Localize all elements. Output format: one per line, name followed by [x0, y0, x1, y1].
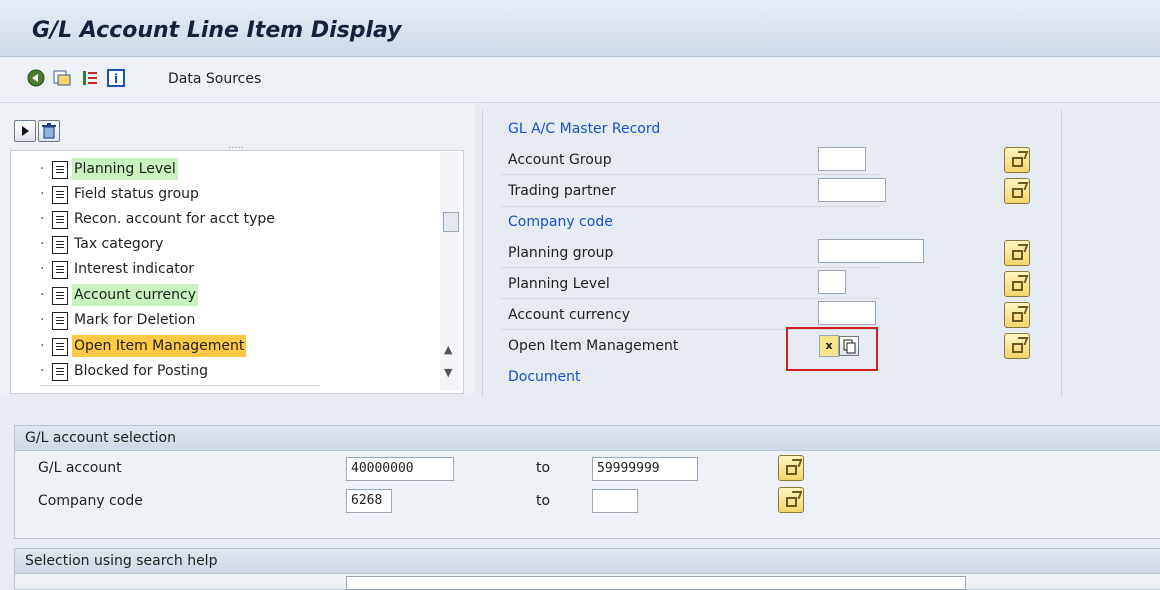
open-item-management-label: Open Item Management	[508, 338, 679, 354]
account-group-input[interactable]	[818, 147, 866, 171]
trading-partner-label: Trading partner	[508, 183, 616, 199]
document-icon	[52, 261, 68, 279]
scroll-down-icon[interactable]: ▼	[444, 366, 452, 379]
gl-account-to-input[interactable]: 59999999	[592, 457, 698, 481]
variant-icon[interactable]	[52, 68, 72, 88]
document-icon	[52, 236, 68, 254]
multiple-selection-icon[interactable]	[1004, 302, 1030, 328]
section-document: Document	[508, 369, 581, 385]
selection-options-icon[interactable]	[80, 68, 100, 88]
account-currency-input[interactable]	[818, 301, 876, 325]
search-help-input[interactable]	[346, 576, 966, 590]
document-icon	[52, 338, 68, 356]
multiple-selection-icon[interactable]	[1004, 147, 1030, 173]
company-code-to-input[interactable]	[592, 489, 638, 513]
scroll-up-icon[interactable]: ▲	[444, 343, 452, 356]
document-icon	[52, 186, 68, 204]
scrollbar-thumb[interactable]	[443, 212, 459, 232]
data-sources-button[interactable]: Data Sources	[168, 71, 261, 87]
company-code-label: Company code	[38, 493, 143, 509]
group-heading: Selection using search help	[15, 549, 1160, 574]
tree-item-label: Interest indicator	[74, 261, 195, 277]
planning-group-label: Planning group	[508, 245, 614, 261]
document-icon	[52, 287, 68, 305]
tree-item-partial	[40, 385, 320, 393]
tree-item-label: Account currency	[72, 284, 198, 306]
tree-item-label: Planning Level	[72, 158, 178, 180]
info-icon[interactable]: i	[106, 68, 126, 88]
multiple-selection-icon[interactable]	[1004, 240, 1030, 266]
multiple-selection-icon[interactable]	[1004, 333, 1030, 359]
gl-account-selection-group: G/L account selection	[14, 425, 1160, 539]
document-icon	[52, 363, 68, 381]
multiple-selection-icon[interactable]	[1004, 178, 1030, 204]
document-icon	[52, 161, 68, 179]
document-icon	[52, 312, 68, 330]
title-bar: G/L Account Line Item Display	[0, 0, 1160, 57]
gl-account-from-input[interactable]: 40000000	[346, 457, 454, 481]
tree-item-label: Tax category	[74, 236, 164, 252]
highlight-callout	[786, 327, 878, 371]
multiple-selection-icon[interactable]	[778, 487, 804, 513]
tree-item-label: Field status group	[74, 186, 199, 202]
trading-partner-input[interactable]	[818, 178, 886, 202]
planning-level-input[interactable]	[818, 270, 846, 294]
trash-icon[interactable]	[38, 120, 60, 142]
multiple-selection-icon[interactable]	[1004, 271, 1030, 297]
company-code-from-input[interactable]: 6268	[346, 489, 392, 513]
tree-item-label: Mark for Deletion	[74, 312, 196, 328]
execute-icon[interactable]	[26, 68, 46, 88]
svg-text:i: i	[114, 72, 118, 86]
account-currency-label: Account currency	[508, 307, 630, 323]
planning-group-input[interactable]	[818, 239, 924, 263]
account-group-label: Account Group	[508, 152, 612, 168]
tree-item-label: Blocked for Posting	[74, 363, 208, 379]
to-label: to	[536, 460, 551, 476]
expand-arrow-button[interactable]	[14, 120, 36, 142]
multiple-selection-icon[interactable]	[778, 455, 804, 481]
group-heading: G/L account selection	[15, 426, 1160, 451]
tree-item-label: Open Item Management	[72, 335, 247, 357]
section-gl-master-record: GL A/C Master Record	[508, 121, 661, 137]
gl-account-label: G/L account	[38, 460, 122, 476]
document-icon	[52, 211, 68, 229]
section-company-code: Company code	[508, 214, 613, 230]
to-label: to	[536, 493, 551, 509]
planning-level-label: Planning Level	[508, 276, 610, 292]
tree-item-label: Recon. account for acct type	[74, 211, 275, 227]
page-title: G/L Account Line Item Display	[32, 18, 402, 43]
